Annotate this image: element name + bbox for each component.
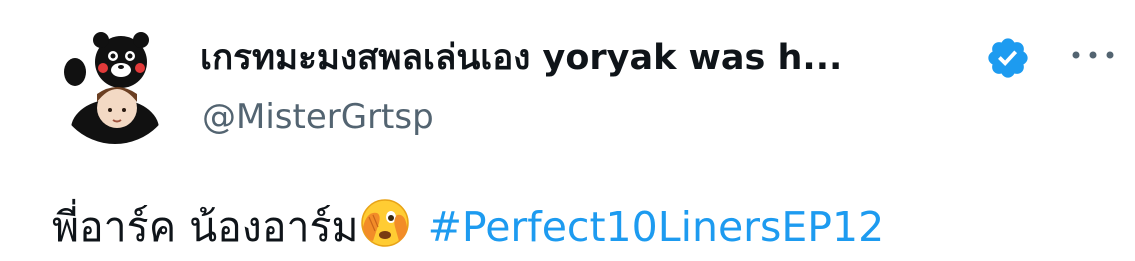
more-options-icon[interactable] [1068,40,1118,70]
tweet-card: เกรทมะมงสพลเล่นเอง yoryak was h... @Mist… [0,0,1135,259]
display-name[interactable]: เกรทมะมงสพลเล่นเอง yoryak was h... [200,36,842,80]
user-handle[interactable]: @MisterGrtsp [202,95,434,139]
tweet-text-body: พี่อาร์ค น้องอาร์ม [52,203,359,251]
verified-badge-icon [985,35,1031,81]
kumamon-avatar-icon [64,32,159,144]
tweet-text: พี่อาร์ค น้องอาร์ม #Perfect10LinersEP12 [52,197,884,253]
hashtag-link[interactable]: #Perfect10LinersEP12 [428,203,885,251]
face-with-peeking-eye-icon [359,197,411,249]
avatar[interactable] [55,24,175,144]
